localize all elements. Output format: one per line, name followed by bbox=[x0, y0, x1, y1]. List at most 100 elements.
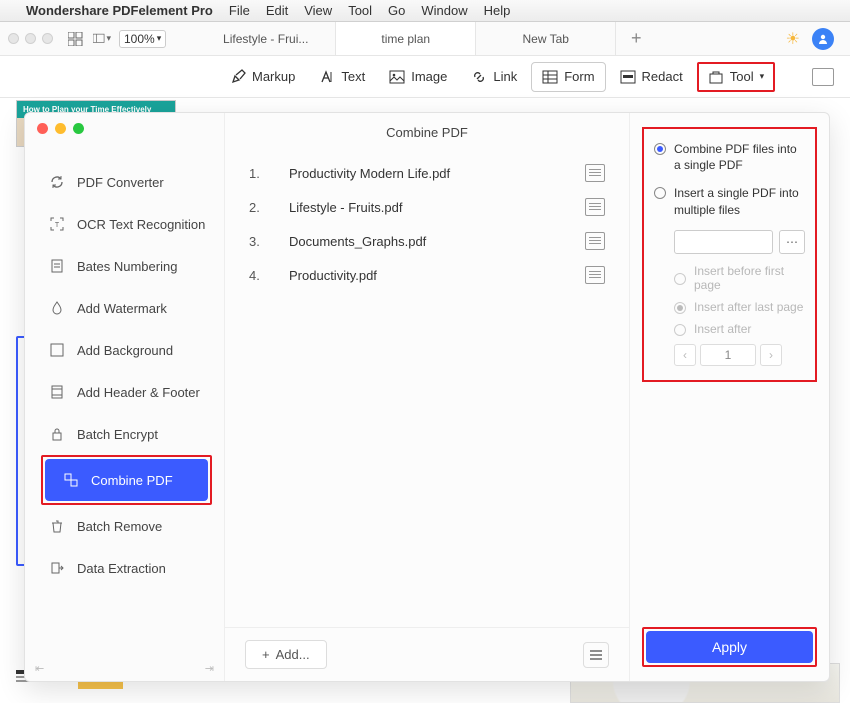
page-range-icon[interactable] bbox=[585, 232, 605, 250]
options-box: Combine PDF files into a single PDF Inse… bbox=[642, 127, 817, 382]
text-icon bbox=[319, 69, 335, 85]
sheet-close-icon[interactable] bbox=[37, 123, 48, 134]
bates-icon bbox=[49, 258, 65, 274]
collapse-left-icon[interactable]: ⇤ bbox=[35, 662, 44, 675]
grid-view-icon[interactable] bbox=[67, 31, 85, 47]
radio-combine[interactable] bbox=[654, 143, 666, 155]
ocr-icon: T bbox=[49, 216, 65, 232]
image-icon bbox=[389, 69, 405, 85]
sidebar-item-bates[interactable]: Bates Numbering bbox=[25, 245, 224, 287]
sub-option-after[interactable]: Insert after bbox=[674, 322, 805, 336]
apply-label: Apply bbox=[712, 639, 747, 655]
background-icon bbox=[49, 342, 65, 358]
list-menu-button[interactable] bbox=[583, 642, 609, 668]
sidebar-item-watermark[interactable]: Add Watermark bbox=[25, 287, 224, 329]
form-icon bbox=[542, 69, 558, 85]
radio-after-last[interactable] bbox=[674, 302, 686, 314]
sidebar-label: Combine PDF bbox=[91, 473, 173, 488]
window-zoom-icon[interactable] bbox=[42, 33, 53, 44]
menu-tool[interactable]: Tool bbox=[348, 3, 372, 18]
tab-1[interactable]: time plan bbox=[336, 22, 476, 55]
file-row[interactable]: 1.Productivity Modern Life.pdf bbox=[245, 156, 609, 190]
combine-icon bbox=[63, 472, 79, 488]
redact-label: Redact bbox=[642, 69, 683, 84]
option-combine-label: Combine PDF files into a single PDF bbox=[674, 141, 805, 173]
sidebar-item-batch-remove[interactable]: Batch Remove bbox=[25, 505, 224, 547]
sub-option-before[interactable]: Insert before first page bbox=[674, 264, 805, 292]
option-combine[interactable]: Combine PDF files into a single PDF bbox=[654, 141, 805, 173]
page-range-icon[interactable] bbox=[585, 164, 605, 182]
zoom-select[interactable]: 100%▾ bbox=[119, 30, 166, 48]
menu-file[interactable]: File bbox=[229, 3, 250, 18]
app-topbar: ▾ 100%▾ Lifestyle - Frui... time plan Ne… bbox=[0, 22, 850, 56]
sidebar-item-ocr[interactable]: T OCR Text Recognition bbox=[25, 203, 224, 245]
step-next-button[interactable]: › bbox=[760, 344, 782, 366]
form-button[interactable]: Form bbox=[531, 62, 605, 92]
sub-option-after-last[interactable]: Insert after last page bbox=[674, 300, 805, 314]
radio-after[interactable] bbox=[674, 324, 686, 336]
app-name[interactable]: Wondershare PDFelement Pro bbox=[26, 3, 213, 18]
sidebar-item-combine-pdf[interactable]: Combine PDF bbox=[45, 459, 208, 501]
chevron-down-icon: ▾ bbox=[760, 71, 765, 82]
menu-view[interactable]: View bbox=[304, 3, 332, 18]
sheet-content: Combine PDF 1.Productivity Modern Life.p… bbox=[225, 113, 629, 681]
watermark-icon bbox=[49, 300, 65, 316]
page-number-input[interactable] bbox=[700, 344, 756, 366]
markup-button[interactable]: Markup bbox=[220, 63, 305, 91]
sub-label: Insert after bbox=[694, 322, 751, 336]
sidebar-item-batch-encrypt[interactable]: Batch Encrypt bbox=[25, 413, 224, 455]
insert-file-input[interactable] bbox=[674, 230, 773, 254]
page-range-icon[interactable] bbox=[585, 266, 605, 284]
sheet-footer: +Add... bbox=[225, 627, 629, 681]
sidebar-label: OCR Text Recognition bbox=[77, 217, 205, 232]
svg-text:T: T bbox=[55, 222, 60, 229]
tool-label: Tool bbox=[730, 69, 754, 84]
sidebar-item-pdf-converter[interactable]: PDF Converter bbox=[25, 161, 224, 203]
file-row[interactable]: 4.Productivity.pdf bbox=[245, 258, 609, 292]
sidebar-label: Add Background bbox=[77, 343, 173, 358]
sheet-options-panel: Combine PDF files into a single PDF Inse… bbox=[629, 113, 829, 681]
add-file-button[interactable]: +Add... bbox=[245, 640, 327, 669]
image-button[interactable]: Image bbox=[379, 63, 457, 91]
sheet-sidebar: PDF Converter T OCR Text Recognition Bate… bbox=[25, 113, 225, 681]
file-row[interactable]: 2.Lifestyle - Fruits.pdf bbox=[245, 190, 609, 224]
menu-help[interactable]: Help bbox=[484, 3, 511, 18]
sidebar-label: Batch Remove bbox=[77, 519, 162, 534]
sidebar-view-icon[interactable]: ▾ bbox=[93, 31, 111, 47]
radio-insert[interactable] bbox=[654, 187, 666, 199]
tab-2[interactable]: New Tab bbox=[476, 22, 616, 55]
redact-button[interactable]: Redact bbox=[610, 63, 693, 91]
link-button[interactable]: Link bbox=[461, 63, 527, 91]
new-tab-button[interactable]: + bbox=[616, 22, 656, 55]
refresh-icon bbox=[49, 174, 65, 190]
chevron-down-icon: ▾ bbox=[157, 33, 162, 44]
sidebar-item-background[interactable]: Add Background bbox=[25, 329, 224, 371]
sidebar-label: Data Extraction bbox=[77, 561, 166, 576]
panel-toggle-icon[interactable] bbox=[812, 68, 834, 86]
collapse-right-icon[interactable]: ⇥ bbox=[205, 662, 214, 675]
page-range-icon[interactable] bbox=[585, 198, 605, 216]
file-row[interactable]: 3.Documents_Graphs.pdf bbox=[245, 224, 609, 258]
tab-0[interactable]: Lifestyle - Frui... bbox=[196, 22, 336, 55]
tips-icon[interactable]: ☀ bbox=[786, 29, 800, 49]
menu-edit[interactable]: Edit bbox=[266, 3, 288, 18]
tab-2-label: New Tab bbox=[522, 32, 568, 46]
step-prev-button[interactable]: ‹ bbox=[674, 344, 696, 366]
header-footer-icon bbox=[49, 384, 65, 400]
tool-icon bbox=[708, 69, 724, 85]
apply-button[interactable]: Apply bbox=[646, 631, 813, 663]
browse-button[interactable]: ⋯ bbox=[779, 230, 805, 254]
window-minimize-icon[interactable] bbox=[25, 33, 36, 44]
text-button[interactable]: Text bbox=[309, 63, 375, 91]
option-insert[interactable]: Insert a single PDF into multiple files bbox=[654, 185, 805, 217]
user-avatar[interactable] bbox=[812, 28, 834, 50]
sidebar-item-data-extraction[interactable]: Data Extraction bbox=[25, 547, 224, 589]
window-close-icon[interactable] bbox=[8, 33, 19, 44]
sheet-minimize-icon[interactable] bbox=[55, 123, 66, 134]
menu-window[interactable]: Window bbox=[421, 3, 467, 18]
sheet-zoom-icon[interactable] bbox=[73, 123, 84, 134]
sidebar-item-header-footer[interactable]: Add Header & Footer bbox=[25, 371, 224, 413]
tool-dropdown-button[interactable]: Tool ▾ bbox=[697, 62, 775, 92]
menu-go[interactable]: Go bbox=[388, 3, 405, 18]
radio-before[interactable] bbox=[674, 273, 686, 285]
